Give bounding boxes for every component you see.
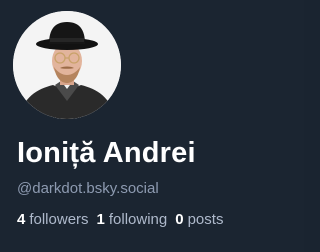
following-label: following: [108, 211, 168, 228]
profile-stats: 4 followers 1 following 0 posts: [17, 211, 223, 229]
avatar-photo-icon: [13, 11, 121, 119]
following-stat[interactable]: 1 following: [97, 211, 168, 229]
posts-stat: 0 posts: [175, 211, 223, 229]
followers-stat[interactable]: 4 followers: [17, 211, 89, 229]
profile-display-name: Ioniță Andrei: [17, 137, 196, 169]
followers-label: followers: [29, 211, 89, 228]
followers-count: 4: [17, 211, 26, 228]
following-count: 1: [96, 211, 105, 228]
posts-label: posts: [187, 211, 224, 228]
profile-handle[interactable]: @darkdot.bsky.social: [17, 180, 159, 198]
profile-card: Ioniță Andrei @darkdot.bsky.social 4 foll…: [0, 0, 304, 252]
posts-count: 0: [175, 211, 184, 228]
avatar[interactable]: [13, 11, 121, 119]
